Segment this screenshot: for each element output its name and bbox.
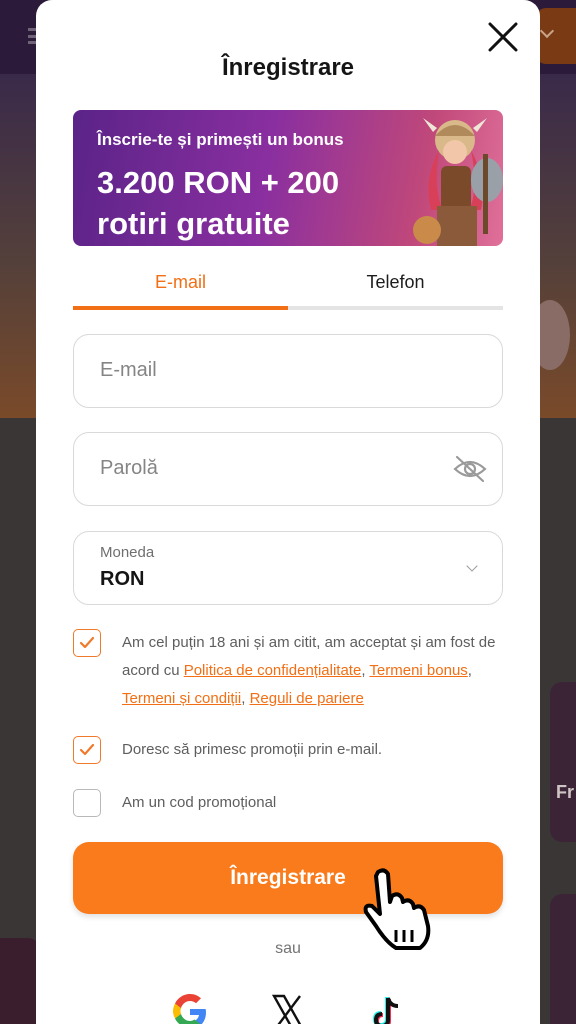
promo-code-checkbox[interactable] <box>73 789 101 817</box>
promo-banner: Înscrie-te și primești un bonus 3.200 RO… <box>73 110 503 246</box>
tiktok-icon[interactable] <box>366 992 406 1024</box>
promo-headline: 3.200 RON + 200 rotiri gratuite <box>97 165 340 241</box>
background-card <box>550 894 576 1024</box>
check-icon <box>79 636 95 649</box>
promotions-label: Doresc să primesc promoții prin e-mail. <box>122 741 383 758</box>
email-field[interactable]: E-mail <box>73 334 503 408</box>
registration-tabs: E-mail Telefon <box>73 266 503 310</box>
separator-text: sau <box>275 940 301 957</box>
promo-subtitle: Înscrie-te și primești un bonus <box>97 130 344 149</box>
terms-separator: , <box>467 662 472 679</box>
chevron-down-icon <box>466 560 478 572</box>
bonus-terms-link[interactable]: Termeni bonus <box>369 662 467 679</box>
promotions-checkbox[interactable] <box>73 736 101 764</box>
password-placeholder: Parolă <box>100 457 158 479</box>
check-icon <box>79 743 95 756</box>
privacy-policy-link[interactable]: Politica de confidențialitate <box>184 662 362 679</box>
email-placeholder: E-mail <box>100 359 157 381</box>
viking-character-illustration <box>413 118 503 246</box>
tab-phone[interactable]: Telefon <box>288 266 503 310</box>
promo-code-label: Am un cod promoțional <box>122 794 277 811</box>
background-header-chip <box>536 8 576 64</box>
terms-conditions-link[interactable]: Termeni și condiții <box>122 690 241 707</box>
registration-modal: Înregistrare Înscrie-te și primești un b… <box>36 0 540 1024</box>
tab-email[interactable]: E-mail <box>73 266 288 310</box>
terms-separator: , <box>241 690 250 707</box>
betting-rules-link[interactable]: Reguli de pariere <box>250 690 364 707</box>
hand-cursor-icon <box>363 868 431 950</box>
password-field[interactable]: Parolă <box>73 432 503 506</box>
modal-title: Înregistrare <box>221 54 355 81</box>
google-icon[interactable] <box>170 992 210 1024</box>
terms-checkbox[interactable] <box>73 629 101 657</box>
currency-label: Moneda <box>100 544 155 561</box>
background-card-label: Fr <box>556 782 574 802</box>
close-icon[interactable] <box>486 20 520 54</box>
background-card: Fr <box>550 682 576 842</box>
background-card <box>0 938 40 1024</box>
currency-value: RON <box>100 568 145 590</box>
eye-off-icon[interactable] <box>452 453 488 490</box>
x-icon[interactable] <box>268 992 308 1024</box>
currency-select[interactable]: Moneda RON <box>73 531 503 605</box>
register-button[interactable]: Înregistrare <box>73 842 503 914</box>
terms-text: Am cel puțin 18 ani și am citit, am acce… <box>122 629 512 713</box>
